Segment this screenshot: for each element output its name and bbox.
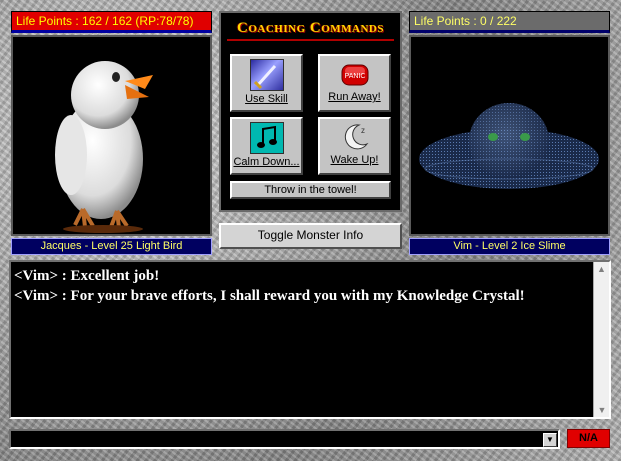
toggle-monster-info-button[interactable]: Toggle Monster Info bbox=[219, 223, 402, 249]
enemy-name-level: Vim - Level 2 Ice Slime bbox=[409, 238, 610, 255]
wake-up-label: Wake Up! bbox=[330, 154, 379, 166]
svg-text:z: z bbox=[361, 126, 365, 135]
wake-up-button[interactable]: z Wake Up! bbox=[318, 117, 391, 175]
calm-down-button[interactable]: Calm Down... bbox=[230, 117, 303, 175]
calm-down-label: Calm Down... bbox=[233, 156, 300, 168]
log-line: <Vim> : For your brave efforts, I shall … bbox=[14, 288, 525, 304]
log-line: <Vim> : Excellent job! bbox=[14, 268, 160, 284]
throw-towel-button[interactable]: Throw in the towel! bbox=[230, 181, 391, 199]
sword-icon bbox=[249, 59, 284, 91]
ice-slime-image bbox=[419, 103, 599, 189]
coaching-commands-panel: Coaching Commands Use Skill PANIC Run Aw… bbox=[219, 11, 402, 212]
sleeping-moon-icon: z bbox=[339, 122, 371, 152]
scroll-up-icon[interactable]: ▲ bbox=[594, 262, 609, 276]
battle-log: <Vim> : Excellent job! <Vim> : For your … bbox=[9, 260, 611, 419]
light-bird-image bbox=[55, 61, 153, 233]
panic-button-icon: PANIC bbox=[339, 59, 371, 89]
player-life-points: Life Points : 162 / 162 (RP:78/78) bbox=[11, 11, 212, 33]
status-na-indicator: N/A bbox=[567, 429, 610, 448]
dropdown-arrow-icon[interactable]: ▼ bbox=[543, 433, 557, 447]
run-away-button[interactable]: PANIC Run Away! bbox=[318, 54, 391, 112]
player-name-level: Jacques - Level 25 Light Bird bbox=[11, 238, 212, 255]
log-messages: <Vim> : Excellent job! <Vim> : For your … bbox=[11, 262, 609, 306]
enemy-life-points: Life Points : 0 / 222 bbox=[409, 11, 610, 33]
player-portrait bbox=[11, 35, 212, 236]
panic-text: PANIC bbox=[344, 73, 365, 80]
use-skill-label: Use Skill bbox=[245, 93, 288, 105]
coaching-commands-title: Coaching Commands bbox=[237, 20, 384, 36]
music-note-icon bbox=[249, 122, 284, 154]
scroll-down-icon[interactable]: ▼ bbox=[594, 403, 610, 417]
enemy-portrait bbox=[409, 35, 610, 236]
log-scrollbar[interactable]: ▲ ▼ bbox=[593, 262, 609, 417]
title-underline bbox=[227, 39, 394, 41]
chat-input[interactable]: ▼ bbox=[9, 429, 560, 449]
run-away-label: Run Away! bbox=[328, 91, 381, 103]
use-skill-button[interactable]: Use Skill bbox=[230, 54, 303, 112]
